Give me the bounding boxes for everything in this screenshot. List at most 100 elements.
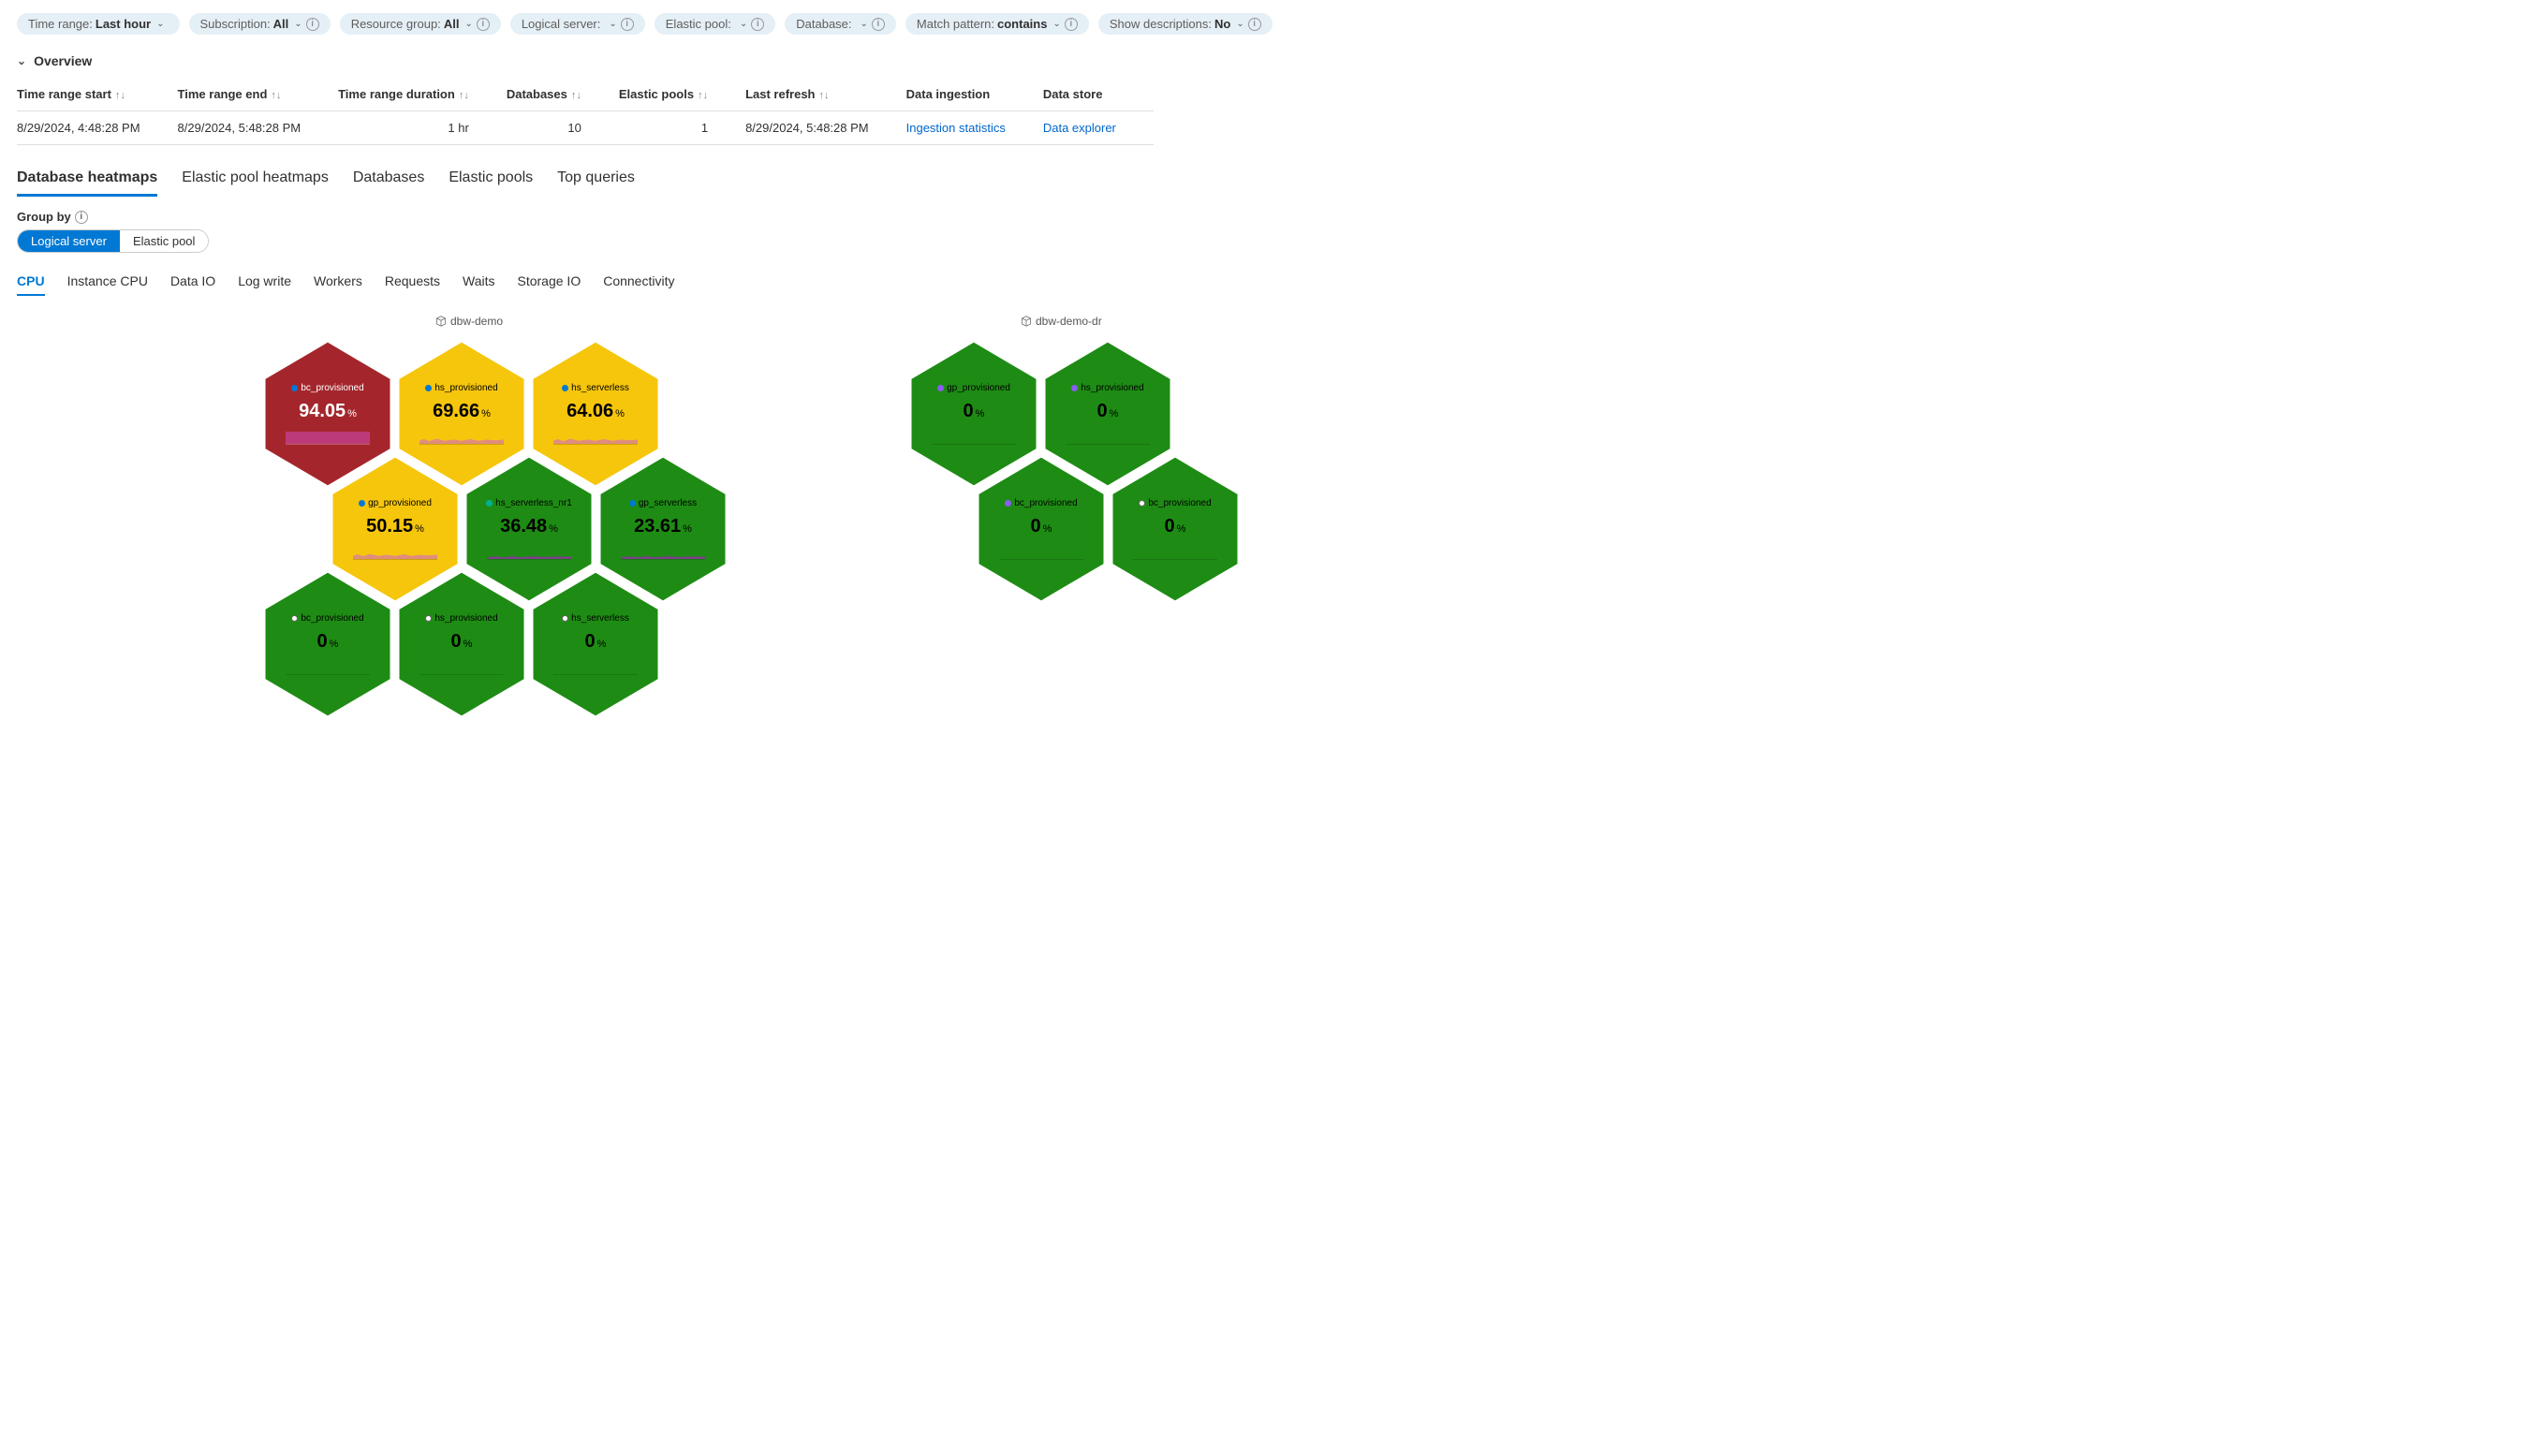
filter-pill-6[interactable]: Match pattern:contains⌄i (905, 13, 1089, 35)
status-dot-icon (291, 615, 298, 622)
info-icon[interactable]: i (751, 18, 764, 31)
group-by-option-elastic-pool[interactable]: Elastic pool (120, 230, 208, 252)
metric-tab-waits[interactable]: Waits (463, 270, 494, 296)
status-dot-icon (1005, 500, 1011, 507)
col-databases[interactable]: Databases↑↓ (507, 78, 619, 111)
sparkline (1066, 430, 1150, 445)
ingestion-link[interactable]: Ingestion statistics (906, 121, 1006, 135)
metric-tab-cpu[interactable]: CPU (17, 270, 45, 296)
info-icon[interactable]: i (1065, 18, 1078, 31)
col-duration[interactable]: Time range duration↑↓ (338, 78, 507, 111)
sort-icon: ↑↓ (115, 90, 125, 101)
group-by: Group by i Logical serverElastic pool (0, 197, 2531, 260)
metric-tab-connectivity[interactable]: Connectivity (603, 270, 674, 296)
overview-header[interactable]: ⌄ Overview (0, 42, 2531, 72)
cluster-title: dbw-demo-dr (1021, 315, 1102, 328)
metric-tab-data-io[interactable]: Data IO (170, 270, 215, 296)
filter-pill-4[interactable]: Elastic pool:⌄i (655, 13, 775, 35)
info-icon[interactable]: i (872, 18, 885, 31)
hex-tile-hs_provisioned[interactable]: hs_provisioned0% (396, 569, 527, 719)
sort-icon: ↑↓ (271, 90, 281, 101)
sparkline (999, 545, 1083, 560)
group-by-option-logical-server[interactable]: Logical server (18, 230, 120, 252)
metric-tab-workers[interactable]: Workers (314, 270, 362, 296)
chevron-down-icon: ⌄ (294, 19, 302, 29)
cluster-dbw-demo: dbw-demobc_provisioned94.05%hs_provision… (262, 339, 721, 732)
hex-tile-bc_provisioned[interactable]: bc_provisioned0% (1110, 454, 1241, 604)
col-end[interactable]: Time range end↑↓ (178, 78, 339, 111)
hex-value: 0% (262, 631, 393, 653)
sort-icon: ↑↓ (698, 90, 708, 101)
main-tab-elastic-pools[interactable]: Elastic pools (449, 166, 533, 197)
hex-db-name: hs_provisioned (1042, 383, 1173, 393)
sort-icon: ↑↓ (459, 90, 469, 101)
info-icon[interactable]: i (621, 18, 634, 31)
sort-icon: ↑↓ (571, 90, 581, 101)
status-dot-icon (1071, 385, 1078, 391)
data-store-link[interactable]: Data explorer (1043, 121, 1116, 135)
status-dot-icon (562, 615, 568, 622)
hex-value: 69.66% (396, 401, 527, 422)
chevron-down-icon[interactable]: ⌄ (17, 54, 26, 67)
col-refresh[interactable]: Last refresh↑↓ (745, 78, 906, 111)
filter-pill-2[interactable]: Resource group:All ⌄ i (340, 13, 501, 35)
hex-value: 94.05% (262, 401, 393, 422)
main-tabs: Database heatmaps Elastic pool heatmaps Da… (0, 162, 2531, 197)
hex-db-name: gp_serverless (597, 498, 728, 508)
info-icon[interactable]: i (75, 211, 88, 224)
main-tab-elastic-pool-heatmaps[interactable]: Elastic pool heatmaps (182, 166, 329, 197)
status-dot-icon (359, 500, 365, 507)
hex-tile-bc_provisioned[interactable]: bc_provisioned0% (976, 454, 1107, 604)
hex-value: 23.61% (597, 516, 728, 537)
hex-value: 64.06% (530, 401, 661, 422)
filter-pill-0[interactable]: Time range:Last hour ⌄ (17, 13, 180, 35)
chevron-down-icon: ⌄ (861, 19, 868, 29)
cube-icon (435, 316, 447, 327)
chevron-down-icon: ⌄ (740, 19, 747, 29)
overview-row: 8/29/2024, 4:48:28 PM 8/29/2024, 5:48:28… (17, 111, 1154, 145)
col-epools[interactable]: Elastic pools↑↓ (619, 78, 745, 111)
main-tab-databases[interactable]: Databases (353, 166, 425, 197)
cell-duration: 1 hr (338, 111, 507, 145)
main-tab-top-queries[interactable]: Top queries (557, 166, 635, 197)
overview-title: Overview (34, 53, 92, 68)
filter-label: Time range: (28, 17, 93, 31)
hex-db-name: hs_provisioned (396, 383, 527, 393)
col-start[interactable]: Time range start↑↓ (17, 78, 178, 111)
hex-tile-bc_provisioned[interactable]: bc_provisioned0% (262, 569, 393, 719)
filter-pill-3[interactable]: Logical server:⌄i (510, 13, 645, 35)
info-icon[interactable]: i (1248, 18, 1261, 31)
filter-label: Subscription: (200, 17, 271, 31)
filter-value: All (273, 17, 289, 31)
metric-tab-log-write[interactable]: Log write (238, 270, 291, 296)
filter-value: Last hour (96, 17, 151, 31)
chevron-down-icon: ⌄ (609, 19, 616, 29)
filter-value: No (1214, 17, 1230, 31)
sparkline (1133, 545, 1217, 560)
chevron-down-icon: ⌄ (156, 19, 164, 29)
info-icon[interactable]: i (477, 18, 490, 31)
filter-pill-1[interactable]: Subscription:All ⌄ i (189, 13, 331, 35)
filter-label: Resource group: (351, 17, 441, 31)
metric-tab-instance-cpu[interactable]: Instance CPU (67, 270, 148, 296)
hex-value: 0% (976, 516, 1107, 537)
chevron-down-icon: ⌄ (464, 19, 472, 29)
filter-pill-7[interactable]: Show descriptions:No⌄i (1098, 13, 1273, 35)
cell-start: 8/29/2024, 4:48:28 PM (17, 111, 178, 145)
hex-value: 0% (1042, 401, 1173, 422)
info-icon[interactable]: i (306, 18, 319, 31)
sort-icon: ↑↓ (819, 90, 830, 101)
heatmap-area: dbw-demobc_provisioned94.05%hs_provision… (262, 301, 2531, 788)
sparkline (553, 660, 638, 675)
filter-value: All (444, 17, 460, 31)
filter-pill-5[interactable]: Database:⌄i (785, 13, 896, 35)
cell-refresh: 8/29/2024, 5:48:28 PM (745, 111, 906, 145)
main-tab-database-heatmaps[interactable]: Database heatmaps (17, 166, 157, 197)
metric-tab-requests[interactable]: Requests (385, 270, 440, 296)
metric-tab-storage-io[interactable]: Storage IO (518, 270, 581, 296)
group-by-segmented: Logical serverElastic pool (17, 229, 209, 253)
status-dot-icon (629, 500, 636, 507)
hex-tile-hs_serverless[interactable]: hs_serverless0% (530, 569, 661, 719)
status-dot-icon (291, 385, 298, 391)
cell-epools: 1 (619, 111, 745, 145)
